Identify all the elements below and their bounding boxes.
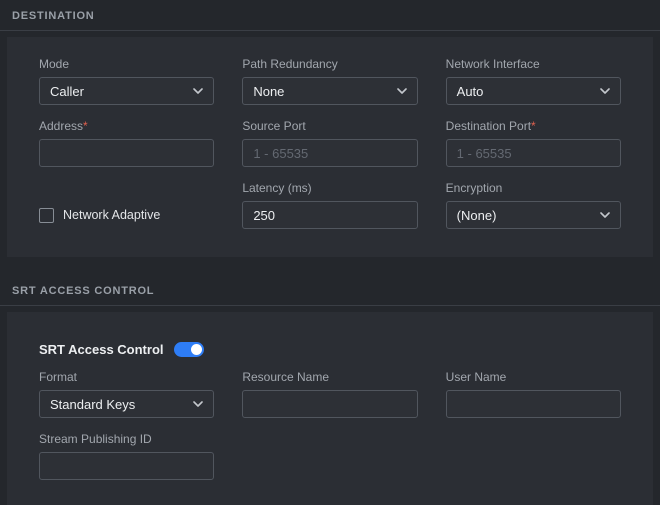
srt-access-control-section-title: SRT ACCESS CONTROL bbox=[12, 285, 154, 297]
srt-access-control-grid: Format Standard Keys Resource Name User … bbox=[39, 370, 621, 480]
mode-select[interactable]: Caller bbox=[39, 77, 214, 105]
encryption-label: Encryption bbox=[446, 181, 621, 195]
source-port-label: Source Port bbox=[242, 119, 417, 133]
user-name-label: User Name bbox=[446, 370, 621, 384]
required-marker: * bbox=[531, 119, 536, 133]
network-interface-field: Network Interface Auto bbox=[446, 57, 621, 105]
address-label: Address* bbox=[39, 119, 214, 133]
stream-publishing-id-field: Stream Publishing ID bbox=[39, 432, 214, 480]
destination-grid: Mode Caller Path Redundancy None Network… bbox=[39, 57, 621, 229]
srt-access-control-toggle-label: SRT Access Control bbox=[39, 342, 164, 357]
network-interface-label: Network Interface bbox=[446, 57, 621, 71]
stream-publishing-id-input[interactable] bbox=[39, 452, 214, 480]
path-redundancy-select-value: None bbox=[253, 84, 284, 99]
mode-label: Mode bbox=[39, 57, 214, 71]
format-select-value: Standard Keys bbox=[50, 397, 135, 412]
resource-name-field: Resource Name bbox=[242, 370, 417, 418]
network-adaptive-checkbox[interactable] bbox=[39, 208, 54, 223]
latency-field: Latency (ms) bbox=[242, 181, 417, 229]
user-name-field: User Name bbox=[446, 370, 621, 418]
encryption-select-value: (None) bbox=[457, 208, 497, 223]
destination-panel: Mode Caller Path Redundancy None Network… bbox=[7, 37, 653, 257]
mode-select-value: Caller bbox=[50, 84, 84, 99]
source-port-field: Source Port bbox=[242, 119, 417, 167]
user-name-input[interactable] bbox=[446, 390, 621, 418]
chevron-down-icon bbox=[193, 88, 203, 94]
encryption-select[interactable]: (None) bbox=[446, 201, 621, 229]
source-port-input[interactable] bbox=[242, 139, 417, 167]
resource-name-label: Resource Name bbox=[242, 370, 417, 384]
toggle-knob-icon bbox=[191, 344, 202, 355]
address-label-text: Address bbox=[39, 119, 83, 133]
label-spacer bbox=[39, 181, 214, 201]
latency-label: Latency (ms) bbox=[242, 181, 417, 195]
destination-section-title: DESTINATION bbox=[12, 10, 95, 22]
format-label: Format bbox=[39, 370, 214, 384]
network-interface-select[interactable]: Auto bbox=[446, 77, 621, 105]
resource-name-input[interactable] bbox=[242, 390, 417, 418]
chevron-down-icon bbox=[193, 401, 203, 407]
network-adaptive-checkbox-row[interactable]: Network Adaptive bbox=[39, 201, 214, 229]
network-adaptive-label: Network Adaptive bbox=[63, 208, 160, 222]
path-redundancy-select[interactable]: None bbox=[242, 77, 417, 105]
destination-port-input[interactable] bbox=[446, 139, 621, 167]
destination-port-label-text: Destination Port bbox=[446, 119, 531, 133]
srt-access-control-section-header: SRT ACCESS CONTROL bbox=[0, 275, 660, 306]
chevron-down-icon bbox=[600, 88, 610, 94]
destination-port-field: Destination Port* bbox=[446, 119, 621, 167]
format-field: Format Standard Keys bbox=[39, 370, 214, 418]
required-marker: * bbox=[83, 119, 88, 133]
srt-access-control-toggle[interactable] bbox=[174, 342, 204, 357]
latency-input[interactable] bbox=[242, 201, 417, 229]
srt-access-control-toggle-row: SRT Access Control bbox=[39, 340, 621, 358]
mode-field: Mode Caller bbox=[39, 57, 214, 105]
destination-port-label: Destination Port* bbox=[446, 119, 621, 133]
network-adaptive-field: Network Adaptive bbox=[39, 181, 214, 229]
encryption-field: Encryption (None) bbox=[446, 181, 621, 229]
format-select[interactable]: Standard Keys bbox=[39, 390, 214, 418]
path-redundancy-field: Path Redundancy None bbox=[242, 57, 417, 105]
address-field: Address* bbox=[39, 119, 214, 167]
destination-section-header: DESTINATION bbox=[0, 0, 660, 31]
path-redundancy-label: Path Redundancy bbox=[242, 57, 417, 71]
chevron-down-icon bbox=[397, 88, 407, 94]
srt-settings-screen: DESTINATION Mode Caller Path Redundancy … bbox=[0, 0, 660, 505]
chevron-down-icon bbox=[600, 212, 610, 218]
address-input[interactable] bbox=[39, 139, 214, 167]
network-interface-select-value: Auto bbox=[457, 84, 484, 99]
srt-access-control-panel: SRT Access Control Format Standard Keys … bbox=[7, 312, 653, 505]
stream-publishing-id-label: Stream Publishing ID bbox=[39, 432, 214, 446]
